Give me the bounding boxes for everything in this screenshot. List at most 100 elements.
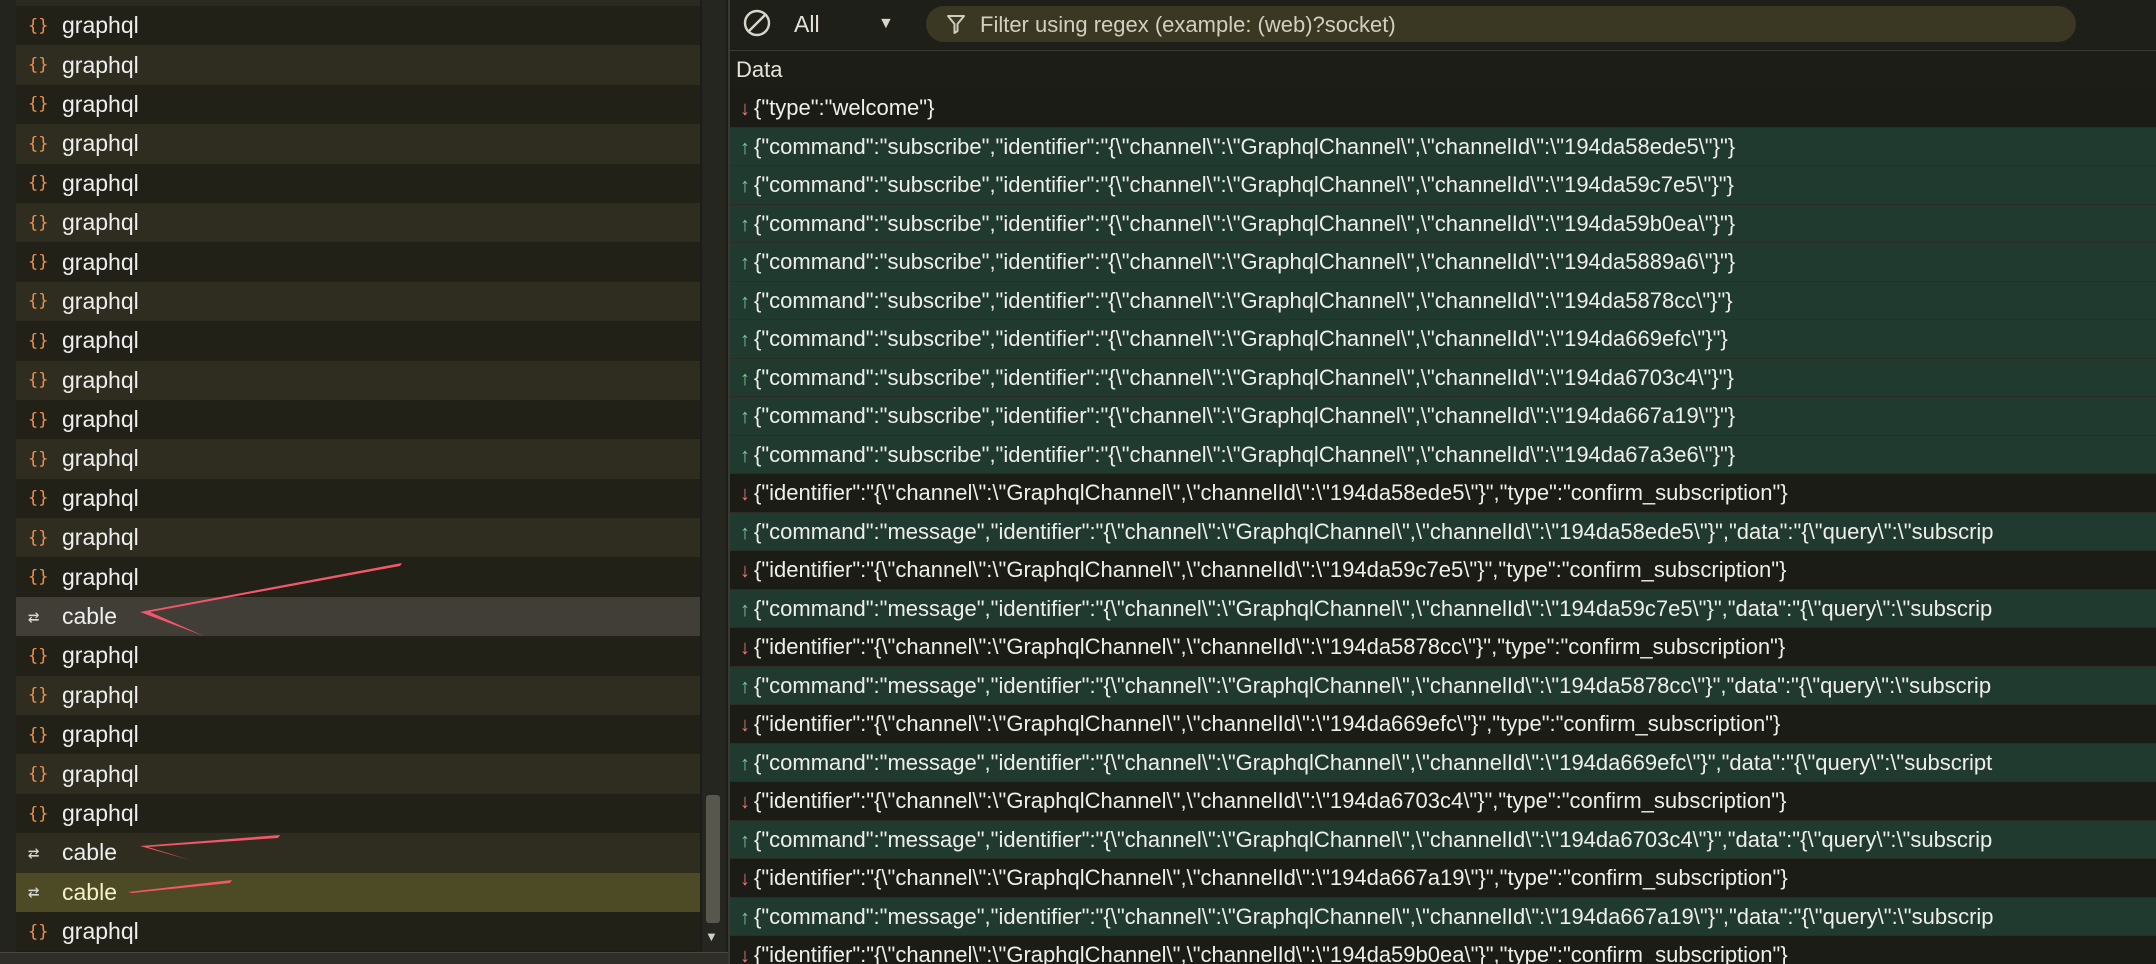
sent-message-row[interactable]: ↑ {"command":"message","identifier":"{\"c… [730,897,2156,936]
request-name: graphql [62,130,139,157]
message-data: {"identifier":"{\"channel\":\"GraphqlCha… [754,711,1781,736]
message-data: {"command":"message","identifier":"{\"ch… [754,903,1994,929]
sent-message-row[interactable]: ↑ {"command":"subscribe","identifier":"{\… [730,358,2156,397]
request-row[interactable]: {} graphql [16,478,700,519]
sent-message-row[interactable]: ↑ {"command":"subscribe","identifier":"{\… [730,435,2156,474]
request-row[interactable]: {} graphql [16,281,700,322]
websocket-icon: ⇄ [28,881,40,904]
sent-message-row[interactable]: ↑ {"command":"subscribe","identifier":"{\… [730,127,2156,166]
sent-message-row[interactable]: ↑ {"command":"message","identifier":"{\"c… [730,666,2156,705]
message-data: {"command":"subscribe","identifier":"{\"… [754,133,1736,159]
sent-message-row[interactable]: ↑ {"command":"message","identifier":"{\"c… [730,820,2156,859]
graphql-request-icon: {} [28,724,49,745]
arrow-up-icon: ↑ [740,521,750,544]
message-filter-input[interactable] [978,8,2062,42]
request-row[interactable]: {} graphql [16,360,700,400]
graphql-request-icon: {} [28,55,49,76]
request-row[interactable]: {} graphql [16,675,700,716]
request-row[interactable]: {} graphql [16,636,700,676]
request-name: cable [62,839,117,866]
request-name: graphql [62,287,139,314]
request-row[interactable]: {} graphql [16,557,700,597]
websocket-icon: ⇄ [28,841,40,864]
message-data: {"identifier":"{\"channel\":\"GraphqlCha… [754,942,1788,964]
message-type-select[interactable]: All [794,8,820,40]
chevron-down-icon[interactable]: ▼ [878,8,894,40]
request-row[interactable]: ⇄ cable [16,833,700,873]
graphql-request-icon: {} [28,685,49,706]
request-name: graphql [62,366,139,393]
clear-messages-icon[interactable] [742,8,772,38]
graphql-request-icon: {} [28,567,49,588]
scrollbar-thumb[interactable] [706,795,720,923]
request-name: graphql [62,406,139,433]
request-name: graphql [62,484,139,511]
message-data: {"identifier":"{\"channel\":\"GraphqlCha… [754,788,1787,813]
sent-message-row[interactable]: ↑ {"command":"subscribe","identifier":"{\… [730,281,2156,320]
received-message-row[interactable]: ↓ {"identifier":"{\"channel\":\"GraphqlCh… [730,936,2156,964]
request-row[interactable]: {} graphql [16,84,700,125]
request-row[interactable]: {} graphql [16,45,700,85]
request-row[interactable]: {} graphql [16,793,700,834]
message-data: {"identifier":"{\"channel\":\"GraphqlCha… [754,557,1787,582]
request-row[interactable]: {} graphql [16,399,700,440]
request-row[interactable]: {} graphql [16,202,700,243]
arrow-down-icon: ↓ [740,714,750,736]
received-message-row[interactable]: ↓ {"identifier":"{\"channel\":\"GraphqlCh… [730,705,2156,744]
request-name: graphql [62,760,139,787]
received-message-row[interactable]: ↓ {"identifier":"{\"channel\":\"GraphqlCh… [730,628,2156,667]
request-name: graphql [62,12,139,39]
sent-message-row[interactable]: ↑ {"command":"message","identifier":"{\"c… [730,743,2156,782]
arrow-up-icon: ↑ [740,252,750,274]
arrow-down-icon: ↓ [740,560,750,582]
request-row[interactable]: {} graphql [16,518,700,558]
arrow-up-icon: ↑ [740,329,750,351]
websocket-icon: ⇄ [28,605,40,628]
request-row[interactable]: {} graphql [16,754,700,794]
sent-message-row[interactable]: ↑ {"command":"message","identifier":"{\"c… [730,512,2156,551]
graphql-request-icon: {} [28,94,49,115]
request-name: graphql [62,721,139,748]
request-row[interactable]: {} graphql [16,242,700,282]
message-data: {"command":"subscribe","identifier":"{\"… [754,172,1734,197]
sent-message-row[interactable]: ↑ {"command":"subscribe","identifier":"{\… [730,320,2156,359]
filter-box [926,6,2076,42]
message-data: {"command":"subscribe","identifier":"{\"… [754,287,1733,313]
request-name: graphql [62,524,139,551]
request-row[interactable]: ⇄ cable [16,872,700,912]
received-message-row[interactable]: ↓ {"identifier":"{\"channel\":\"GraphqlCh… [730,551,2156,590]
request-name: graphql [62,248,139,275]
devtools-network-view: {} graphql {} graphql {} graphql {} graphql {} gr… [0,0,2156,964]
graphql-request-icon: {} [28,448,49,469]
request-row[interactable]: {} graphql [16,715,700,755]
received-message-row[interactable]: ↓ {"identifier":"{\"channel\":\"GraphqlCh… [730,859,2156,898]
sent-message-row[interactable]: ↑ {"command":"subscribe","identifier":"{\… [730,243,2156,282]
left-gutter [0,0,16,964]
message-data: {"command":"message","identifier":"{\"ch… [754,826,1993,852]
funnel-icon [946,13,966,35]
sent-message-row[interactable]: ↑ {"command":"subscribe","identifier":"{\… [730,397,2156,436]
request-list-footer [0,952,728,964]
request-row[interactable]: {} graphql [16,439,700,479]
received-message-row[interactable]: ↓ {"identifier":"{\"channel\":\"GraphqlCh… [730,782,2156,821]
sent-message-row[interactable]: ↑ {"command":"subscribe","identifier":"{\… [730,166,2156,205]
request-row[interactable]: {} graphql [16,124,700,164]
graphql-request-icon: {} [28,133,49,154]
arrow-up-icon: ↑ [740,406,750,428]
arrow-up-icon: ↑ [740,829,750,852]
request-row[interactable]: {} graphql [16,911,700,952]
sent-message-row[interactable]: ↑ {"command":"subscribe","identifier":"{\… [730,204,2156,243]
data-column-header[interactable]: Data [730,50,2156,90]
scroll-down-arrow-icon[interactable]: ▼ [705,929,718,944]
request-row[interactable]: {} graphql [16,6,700,46]
sent-message-row[interactable]: ↑ {"command":"message","identifier":"{\"c… [730,589,2156,628]
graphql-request-icon: {} [28,252,49,273]
request-row[interactable]: ⇄ cable [16,596,700,637]
graphql-request-icon: {} [28,527,49,548]
request-row[interactable]: {} graphql [16,163,700,203]
received-message-row[interactable]: ↓ {"identifier":"{\"channel\":\"GraphqlCh… [730,474,2156,513]
request-row[interactable]: {} graphql [16,321,700,361]
received-message-row[interactable]: ↓ {"type":"welcome"} [730,89,2156,128]
message-data: {"command":"subscribe","identifier":"{\"… [754,403,1736,428]
arrow-up-icon: ↑ [740,752,750,775]
